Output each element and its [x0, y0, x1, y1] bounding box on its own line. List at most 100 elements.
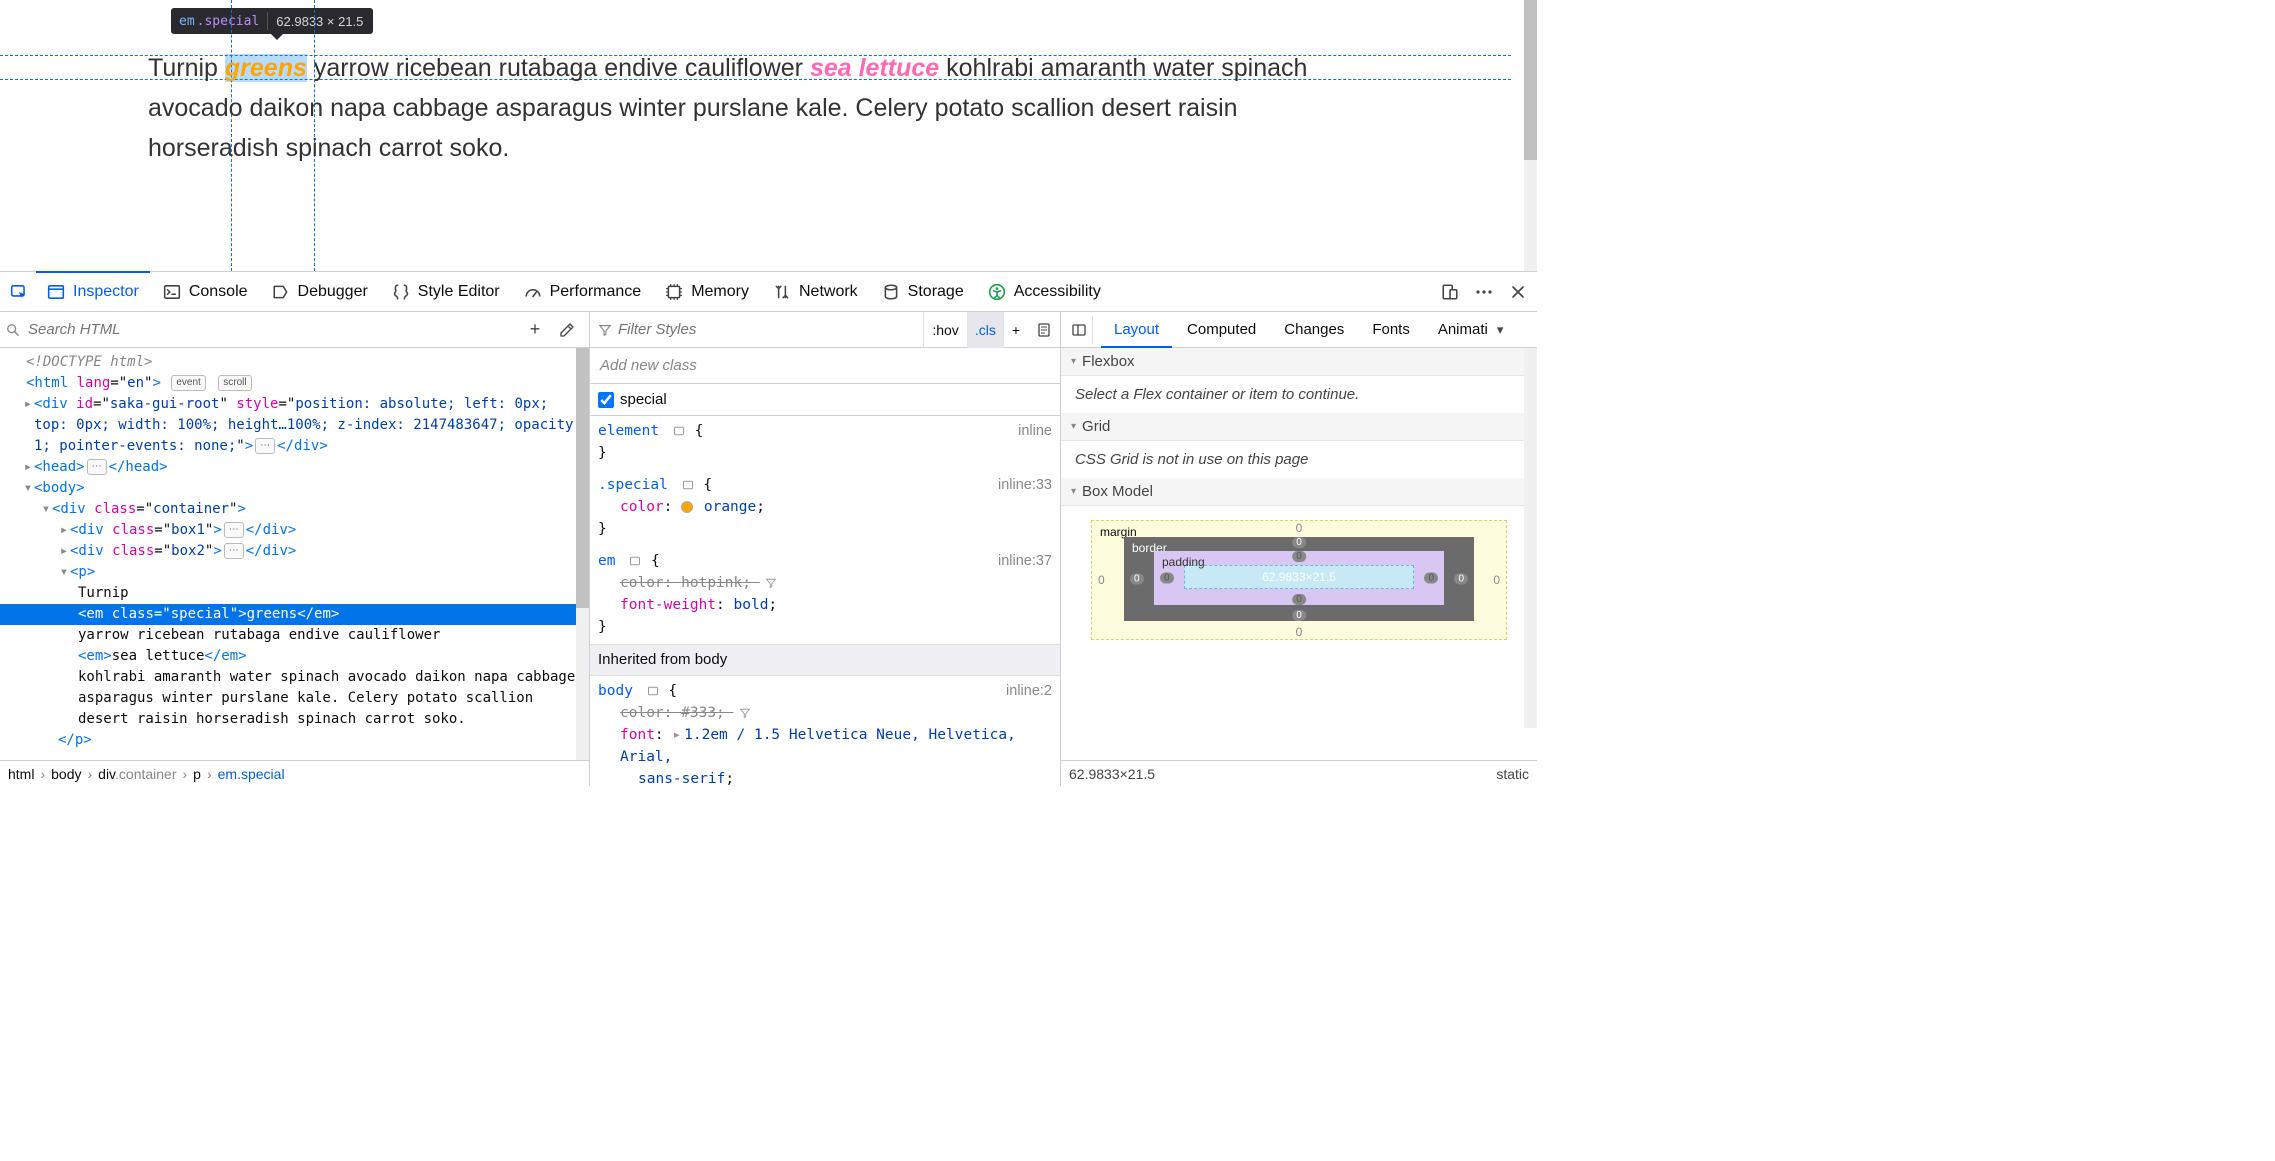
- markup-tree[interactable]: <!DOCTYPE html> <html lang="en"> event s…: [0, 348, 589, 760]
- filter-icon[interactable]: [738, 706, 752, 720]
- more-button[interactable]: [1469, 277, 1499, 307]
- scrollbar-thumb[interactable]: [1524, 0, 1537, 160]
- crumb-div[interactable]: div.container: [98, 766, 176, 782]
- rule-source[interactable]: inline: [1018, 420, 1052, 442]
- inspector-icon[interactable]: [672, 424, 686, 438]
- page-scrollbar-vertical[interactable]: [1524, 0, 1537, 261]
- rule-special[interactable]: .special {inline:33 color: orange; }: [590, 470, 1060, 546]
- rule-source[interactable]: inline:2: [1006, 680, 1052, 702]
- bm-margin[interactable]: margin 0 0 0 0 border 0 0 0 0 padding: [1091, 520, 1507, 640]
- tab-storage[interactable]: Storage: [871, 272, 975, 312]
- color-swatch[interactable]: [681, 501, 693, 513]
- crumb-p[interactable]: p: [193, 766, 201, 782]
- bm-border[interactable]: border 0 0 0 0 padding 0 0 0 0 62: [1124, 537, 1474, 621]
- rule-element[interactable]: element {inline }: [590, 416, 1060, 470]
- crumb-body[interactable]: body: [51, 766, 81, 782]
- inspector-icon[interactable]: [628, 554, 642, 568]
- div-saka-node[interactable]: <div id="saka-gui-root" style="position:…: [34, 396, 548, 412]
- ellipsis-badge[interactable]: ⋯: [255, 438, 275, 454]
- twisty-icon[interactable]: ▸: [58, 520, 70, 541]
- sidebar-tab-layout[interactable]: Layout: [1101, 312, 1172, 348]
- ellipsis-badge[interactable]: ⋯: [224, 543, 244, 559]
- boxmodel-header[interactable]: ▾Box Model: [1061, 478, 1537, 506]
- tab-network[interactable]: Network: [762, 272, 869, 312]
- print-sim-button[interactable]: [1028, 312, 1060, 348]
- bm-margin-top[interactable]: 0: [1296, 521, 1303, 535]
- text-node-1[interactable]: yarrow ricebean rutabaga endive cauliflo…: [78, 627, 440, 643]
- bm-border-right[interactable]: 0: [1454, 574, 1468, 585]
- crumb-em[interactable]: em.special: [218, 766, 285, 782]
- sidebar-tab-animations[interactable]: Animati: [1425, 312, 1501, 348]
- html-node[interactable]: <html lang="en">: [26, 375, 161, 391]
- div-saka-cont[interactable]: top: 0px; width: 100%; height…100%; z-in…: [34, 417, 582, 433]
- tab-debugger[interactable]: Debugger: [261, 272, 379, 312]
- bm-padding[interactable]: padding 0 0 0 0 62.9833×21.5: [1154, 551, 1444, 605]
- dropdown-icon[interactable]: ▾: [1497, 322, 1504, 338]
- filter-styles-input[interactable]: [618, 321, 915, 338]
- ellipsis-badge[interactable]: ⋯: [224, 522, 244, 538]
- html-search-input[interactable]: [28, 321, 513, 338]
- head-node[interactable]: <head>⋯</head>: [34, 459, 168, 475]
- pick-element-button[interactable]: [4, 277, 34, 307]
- badge-event[interactable]: event: [171, 375, 205, 391]
- bm-padding-top[interactable]: 0: [1292, 551, 1306, 562]
- crumb-html[interactable]: html: [8, 766, 34, 782]
- inspector-icon[interactable]: [681, 478, 695, 492]
- rule-source[interactable]: inline:33: [998, 474, 1052, 496]
- twisty-icon[interactable]: ▸: [22, 394, 34, 415]
- twisty-icon[interactable]: ▸: [672, 724, 681, 746]
- markup-scrollbar[interactable]: [576, 348, 589, 760]
- twisty-icon[interactable]: ▾: [58, 562, 70, 583]
- p-node[interactable]: <p>: [70, 564, 95, 580]
- sidebar-scrollbar[interactable]: [1524, 348, 1537, 728]
- body-node[interactable]: <body>: [34, 480, 85, 496]
- rule-em[interactable]: em {inline:37 color: hotpink; font-weigh…: [590, 546, 1060, 644]
- p-close-node[interactable]: </p>: [58, 732, 92, 748]
- bm-margin-right[interactable]: 0: [1493, 573, 1500, 587]
- tab-console[interactable]: Console: [152, 272, 259, 312]
- grid-header[interactable]: ▾Grid: [1061, 413, 1537, 441]
- tab-inspector[interactable]: Inspector: [36, 271, 150, 311]
- bm-border-bottom[interactable]: 0: [1292, 610, 1306, 621]
- text-node-2c[interactable]: desert raisin horseradish spinach carrot…: [78, 711, 466, 727]
- responsive-mode-button[interactable]: [1435, 277, 1465, 307]
- box-model-widget[interactable]: margin 0 0 0 0 border 0 0 0 0 padding: [1061, 506, 1537, 652]
- toggle-sidebar-button[interactable]: [1065, 316, 1093, 344]
- text-node-turnip[interactable]: Turnip: [78, 585, 129, 601]
- bm-margin-bottom[interactable]: 0: [1296, 625, 1303, 639]
- add-rule-button[interactable]: +: [1004, 312, 1028, 348]
- sidebar-tab-changes[interactable]: Changes: [1271, 312, 1357, 348]
- doctype-node[interactable]: <!DOCTYPE html>: [26, 354, 152, 370]
- box1-node[interactable]: <div class="box1">⋯</div>: [70, 522, 296, 538]
- tab-accessibility[interactable]: Accessibility: [977, 272, 1112, 312]
- selected-em-special[interactable]: <em class="special">greens</em>: [0, 604, 589, 625]
- sidebar-tab-computed[interactable]: Computed: [1174, 312, 1269, 348]
- class-checkbox-special[interactable]: [598, 392, 614, 408]
- cls-button[interactable]: .cls: [967, 312, 1004, 348]
- sidebar-tab-fonts[interactable]: Fonts: [1359, 312, 1423, 348]
- bm-border-left[interactable]: 0: [1130, 574, 1144, 585]
- bm-padding-right[interactable]: 0: [1424, 573, 1438, 584]
- bm-border-top[interactable]: 0: [1292, 537, 1306, 548]
- text-node-2a[interactable]: kohlrabi amaranth water spinach avocado …: [78, 669, 575, 685]
- rule-source[interactable]: inline:37: [998, 550, 1052, 572]
- add-node-button[interactable]: +: [521, 316, 549, 344]
- twisty-icon[interactable]: ▾: [22, 478, 34, 499]
- eyedropper-button[interactable]: [553, 316, 581, 344]
- bm-content[interactable]: 62.9833×21.5: [1184, 565, 1414, 589]
- sidebar-body[interactable]: ▾Flexbox Select a Flex container or item…: [1061, 348, 1537, 760]
- badge-scroll[interactable]: scroll: [218, 375, 251, 391]
- ellipsis-badge[interactable]: ⋯: [87, 459, 107, 475]
- bm-padding-left[interactable]: 0: [1160, 573, 1174, 584]
- close-devtools-button[interactable]: [1503, 277, 1533, 307]
- scrollbar-thumb[interactable]: [576, 348, 589, 608]
- highlighted-greens[interactable]: greens: [225, 54, 307, 82]
- rules-body[interactable]: element {inline } .special {inline:33 co…: [590, 416, 1060, 786]
- hov-button[interactable]: :hov: [924, 312, 966, 348]
- flexbox-header[interactable]: ▾Flexbox: [1061, 348, 1537, 376]
- tab-memory[interactable]: Memory: [654, 272, 760, 312]
- twisty-icon[interactable]: ▸: [58, 541, 70, 562]
- filter-icon[interactable]: [764, 576, 778, 590]
- bm-margin-left[interactable]: 0: [1098, 573, 1105, 587]
- tab-styleeditor[interactable]: Style Editor: [381, 272, 511, 312]
